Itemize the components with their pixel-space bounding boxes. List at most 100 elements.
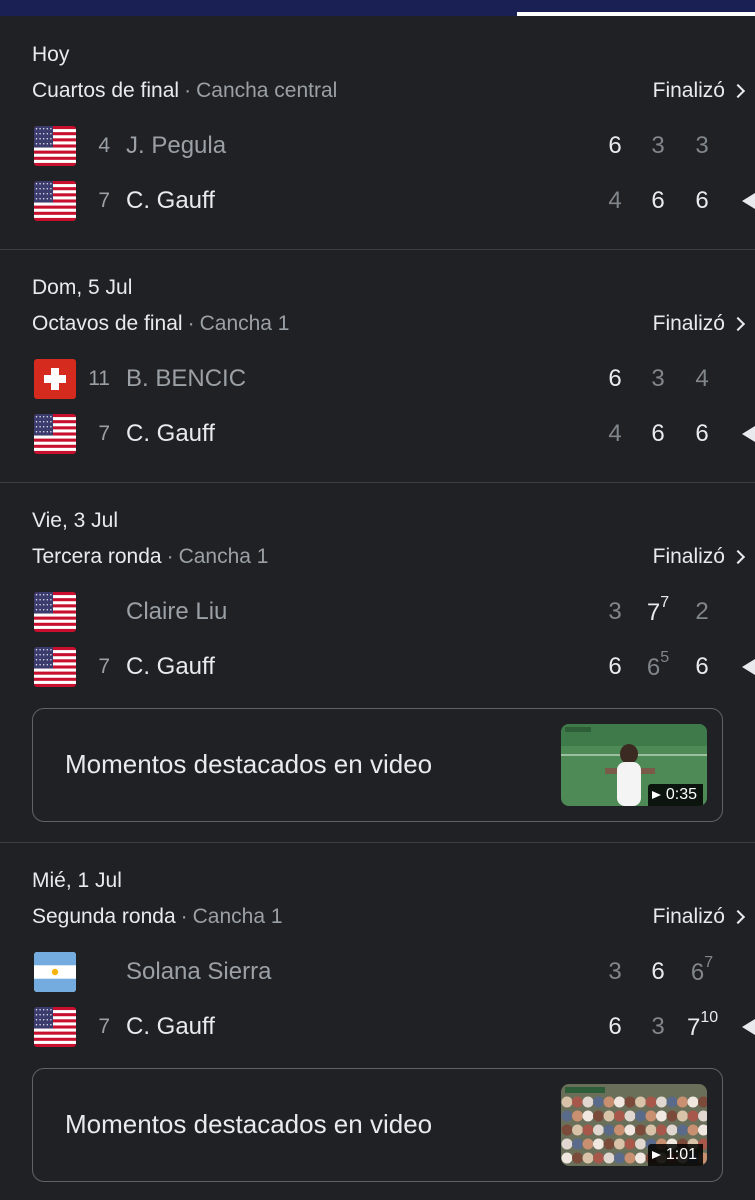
round-court-line: Cuartos de final · Cancha central: [32, 79, 337, 103]
player-name: C. Gauff: [126, 653, 215, 680]
argentina-flag-icon: [34, 952, 76, 992]
usa-flag-icon: [34, 126, 76, 166]
set-games: 7: [646, 599, 661, 626]
set-score: 4: [600, 420, 630, 448]
round-name: Tercera ronda: [32, 545, 162, 568]
set-score: 6: [643, 420, 673, 448]
match-status: Finalizó: [652, 312, 725, 335]
video-highlights-card[interactable]: Momentos destacados en video 1:01: [32, 1068, 723, 1182]
set-score: 4: [687, 365, 717, 393]
match-date: Dom, 5 Jul: [32, 276, 133, 299]
round-name: Octavos de final: [32, 312, 183, 335]
set-score: 710: [687, 1009, 718, 1042]
set-score: 6: [643, 958, 673, 986]
set-games: 6: [695, 653, 709, 680]
winner-indicator-icon: [742, 1019, 755, 1035]
video-duration-badge: 0:35: [647, 784, 703, 806]
set-score: 6: [687, 653, 717, 681]
tiebreak-score: 5: [660, 649, 670, 666]
player-seed: 7: [98, 422, 110, 445]
play-icon: [651, 791, 661, 799]
player-seed: 11: [88, 367, 110, 390]
player-name: C. Gauff: [126, 187, 215, 214]
set-games: 6: [651, 187, 665, 214]
player-seed: 4: [98, 134, 110, 157]
set-games: 7: [687, 1014, 701, 1041]
match-status-link[interactable]: Finalizó: [652, 545, 746, 569]
match-date: Hoy: [32, 43, 70, 66]
video-highlights-label: Momentos destacados en video: [65, 749, 433, 779]
player-seed: 7: [98, 189, 110, 212]
usa-flag-icon: [34, 647, 76, 687]
court-name: Cancha 1: [199, 312, 290, 335]
video-thumbnail[interactable]: 0:35: [561, 724, 707, 806]
player-seed: 7: [98, 655, 110, 678]
player-name: C. Gauff: [126, 420, 215, 447]
match-status: Finalizó: [652, 79, 725, 102]
set-score: 3: [643, 132, 673, 160]
tiebreak-score: 7: [704, 954, 714, 971]
player-row: Claire Liu 3 77 2: [0, 590, 755, 634]
set-score: 3: [687, 132, 717, 160]
set-games: 3: [695, 132, 709, 159]
chevron-right-icon: [730, 909, 746, 925]
match-date: Vie, 3 Jul: [32, 509, 118, 532]
player-row: 7 C. Gauff 4 6 6: [0, 412, 755, 456]
player-name: Solana Sierra: [126, 958, 272, 985]
winner-indicator-icon: [742, 659, 755, 675]
set-games: 3: [651, 1013, 665, 1040]
set-score: 6: [600, 365, 630, 393]
section-divider: [0, 249, 755, 250]
winner-indicator-icon: [742, 426, 755, 442]
video-thumbnail[interactable]: 1:01: [561, 1084, 707, 1166]
winner-indicator-icon: [742, 193, 755, 209]
set-score: 2: [687, 598, 717, 626]
match-status-link[interactable]: Finalizó: [653, 905, 746, 929]
video-duration: 1:01: [665, 1146, 697, 1163]
set-games: 3: [608, 598, 622, 625]
active-tab-indicator: [517, 12, 755, 16]
match-status-link[interactable]: Finalizó: [652, 79, 746, 103]
court-name: Cancha 1: [192, 905, 283, 928]
set-games: 2: [695, 598, 709, 625]
set-score: 6: [600, 653, 630, 681]
set-games: 3: [608, 958, 622, 985]
set-score: 3: [643, 1013, 673, 1041]
set-games: 4: [608, 420, 622, 447]
set-score: 6: [687, 187, 717, 215]
separator-dot: ·: [184, 79, 192, 102]
set-score: 3: [600, 958, 630, 986]
section-divider: [0, 482, 755, 483]
play-icon: [651, 1151, 661, 1159]
player-name: B. BENCIC: [126, 365, 247, 392]
round-court-line: Segunda ronda · Cancha 1: [32, 905, 283, 929]
set-games: 6: [651, 420, 665, 447]
court-name: Cancha central: [196, 79, 338, 102]
player-name: Claire Liu: [126, 598, 228, 625]
usa-flag-icon: [34, 181, 76, 221]
set-games: 3: [651, 132, 665, 159]
player-row: 4 J. Pegula 6 3 3: [0, 124, 755, 168]
match-status: Finalizó: [652, 545, 725, 568]
set-games: 4: [695, 365, 709, 392]
set-games: 6: [690, 959, 705, 986]
tiebreak-score: 10: [700, 1009, 719, 1026]
player-row: Solana Sierra 3 6 67: [0, 950, 755, 994]
player-row: 7 C. Gauff 4 6 6: [0, 179, 755, 223]
chevron-right-icon: [730, 316, 746, 332]
player-seed: 7: [98, 1015, 110, 1038]
set-score: 4: [600, 187, 630, 215]
video-highlights-card[interactable]: Momentos destacados en video 0:35: [32, 708, 723, 822]
round-name: Segunda ronda: [32, 905, 176, 928]
set-score: 77: [643, 594, 673, 627]
set-games: 6: [608, 132, 622, 159]
match-status-link[interactable]: Finalizó: [652, 312, 746, 336]
court-name: Cancha 1: [178, 545, 269, 568]
round-court-line: Octavos de final · Cancha 1: [32, 312, 290, 336]
set-games: 6: [695, 187, 709, 214]
usa-flag-icon: [34, 1007, 76, 1047]
separator-dot: ·: [166, 545, 174, 568]
video-duration: 0:35: [665, 786, 697, 803]
chevron-right-icon: [730, 83, 746, 99]
player-row: 7 C. Gauff 6 3 710: [0, 1005, 755, 1049]
